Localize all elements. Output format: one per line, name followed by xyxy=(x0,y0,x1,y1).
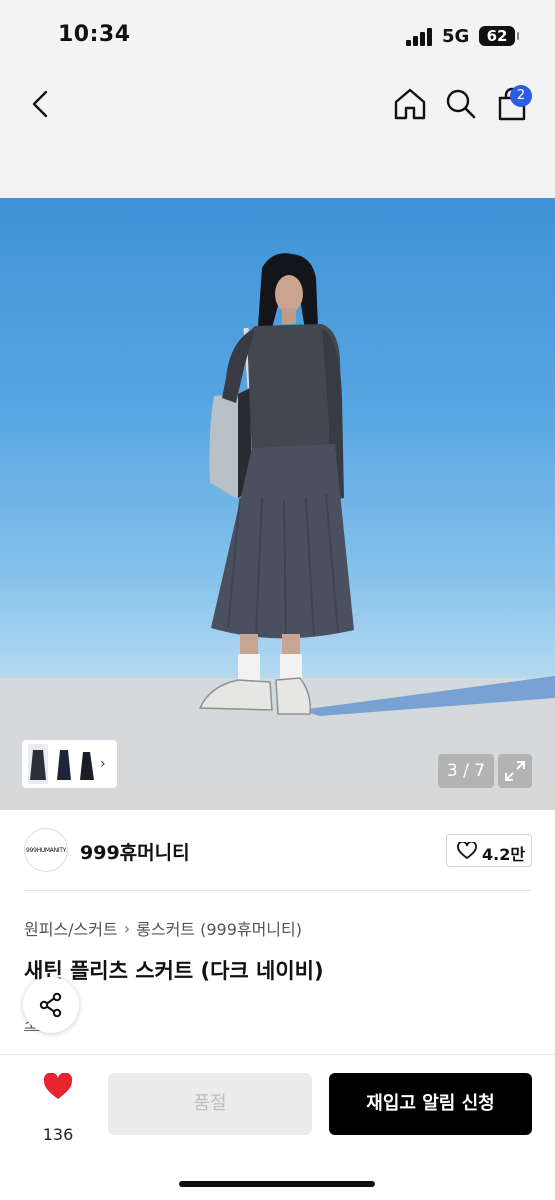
brand-like-button[interactable]: 4.2만 xyxy=(446,834,532,867)
thumbnail-3[interactable] xyxy=(76,744,96,784)
thumbnail-2[interactable] xyxy=(54,744,74,784)
breadcrumb-category[interactable]: 원피스/스커트 xyxy=(24,920,118,939)
like-count: 136 xyxy=(42,1125,74,1144)
chevron-right-icon[interactable]: › xyxy=(100,756,106,772)
home-indicator xyxy=(179,1181,375,1187)
signal-icon xyxy=(406,28,436,46)
home-button[interactable] xyxy=(392,86,428,122)
soldout-button[interactable]: 품절 xyxy=(108,1073,312,1135)
share-icon xyxy=(39,992,62,1018)
chevron-left-icon xyxy=(32,90,48,118)
like-button[interactable]: 136 xyxy=(38,1072,78,1144)
top-header: 10:34 5G 62 2 xyxy=(0,0,555,198)
restock-alert-button[interactable]: 재입고 알림 신청 xyxy=(329,1073,532,1135)
thumbnail-strip[interactable]: › xyxy=(22,740,117,788)
breadcrumb: 원피스/스커트 › 롱스커트 (999휴머니티) xyxy=(24,916,302,940)
heart-outline-icon xyxy=(457,842,477,859)
search-button[interactable] xyxy=(443,86,479,122)
cart-count-badge: 2 xyxy=(510,85,532,107)
model-figure xyxy=(198,253,555,716)
product-image[interactable]: › 3 / 7 xyxy=(0,198,555,810)
battery-icon: 62 xyxy=(479,26,519,46)
expand-button[interactable] xyxy=(498,754,532,788)
image-counter: 3 / 7 xyxy=(438,754,494,788)
share-button[interactable] xyxy=(23,977,79,1033)
back-button[interactable] xyxy=(26,86,56,122)
brand-like-count: 4.2만 xyxy=(482,845,526,864)
divider xyxy=(24,890,531,891)
bottom-action-bar: 136 품절 재입고 알림 신청 xyxy=(0,1054,555,1200)
home-icon xyxy=(394,88,426,120)
expand-icon xyxy=(505,761,525,781)
network-type: 5G xyxy=(442,26,470,47)
thumbnail-1[interactable] xyxy=(28,744,48,784)
product-title: 새틴 플리츠 스커트 (다크 네이비) xyxy=(24,959,324,983)
search-icon xyxy=(446,89,476,119)
heart-filled-icon xyxy=(43,1072,73,1099)
brand-logo[interactable]: 999HUMANITY xyxy=(24,828,68,872)
breadcrumb-subcategory[interactable]: 롱스커트 (999휴머니티) xyxy=(136,920,302,939)
chevron-right-icon: › xyxy=(123,918,131,938)
brand-name[interactable]: 999휴머니티 xyxy=(80,838,190,865)
status-time: 10:34 xyxy=(58,22,131,47)
